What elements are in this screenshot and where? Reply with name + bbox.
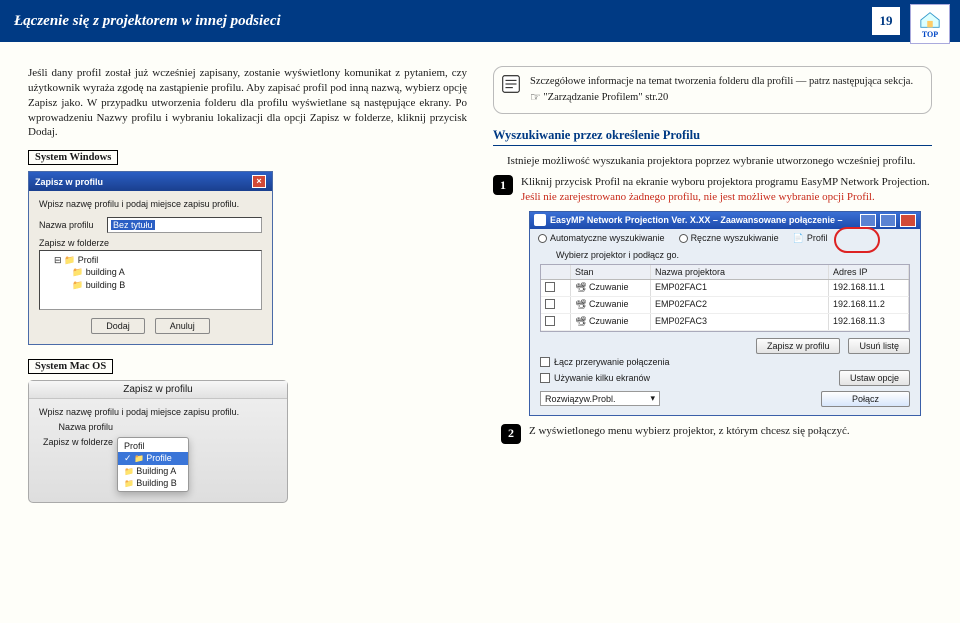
page-title: Łączenie się z projektorem w innej podsi… — [14, 13, 281, 30]
right-column: Szczegółowe informacje na temat tworzeni… — [493, 66, 932, 503]
step-number-2: 2 — [501, 424, 521, 444]
search-mode-tabs: Automatyczne wyszukiwanie Ręczne wyszuki… — [530, 229, 920, 248]
app-title-text: EasyMP Network Projection Ver. X.XX – Za… — [550, 215, 856, 225]
intro-paragraph: Jeśli dany profil został już wcześniej z… — [28, 66, 467, 140]
connect-button[interactable]: Połącz — [821, 391, 910, 407]
content-columns: Jeśli dany profil został już wcześniej z… — [0, 42, 960, 503]
col-name: Nazwa projektora — [651, 265, 829, 279]
app-bottom-controls: Zapisz w profilu Usuń listę Łącz przeryw… — [530, 332, 920, 415]
step2-text: Z wyświetlonego menu wybierz projektor, … — [529, 424, 850, 444]
mac-dialog: Zapisz w profilu Wpisz nazwę profilu i p… — [28, 380, 288, 503]
info-box: Szczegółowe informacje na temat tworzeni… — [493, 66, 932, 114]
label-mac: System Mac OS — [28, 359, 113, 374]
col-stan: Stan — [571, 265, 651, 279]
label-windows: System Windows — [28, 150, 118, 165]
note-icon — [500, 73, 522, 95]
clear-list-button[interactable]: Usuń listę — [848, 338, 910, 354]
table-row[interactable]: 📽 Czuwanie EMP02FAC1 192.168.11.1 — [541, 280, 909, 297]
step-1: 1 Kliknij przycisk Profil na ekranie wyb… — [493, 175, 932, 205]
tab-profile[interactable]: 📄Profil — [793, 233, 828, 244]
windows-dialog: Zapisz w profilu × Wpisz nazwę profilu i… — [28, 171, 273, 345]
close-icon[interactable]: × — [252, 175, 266, 188]
windows-dialog-title: Zapisz w profilu — [35, 177, 103, 187]
step1-text-a: Kliknij przycisk Profil na ekranie wybor… — [521, 176, 930, 188]
name-label: Nazwa profilu — [39, 220, 101, 230]
row-checkbox[interactable] — [545, 282, 555, 292]
troubleshoot-dropdown[interactable]: Rozwiązyw.Probl.▾ — [540, 391, 660, 406]
col-ip: Adres IP — [829, 265, 909, 279]
tab-auto[interactable]: Automatyczne wyszukiwanie — [538, 233, 665, 243]
info-text: Szczegółowe informacje na temat tworzeni… — [530, 76, 913, 87]
mac-dialog-title: Zapisz w profilu — [29, 381, 287, 399]
maximize-icon[interactable] — [880, 214, 896, 227]
step-number-1: 1 — [493, 175, 513, 195]
tab-manual[interactable]: Ręczne wyszukiwanie — [679, 233, 779, 243]
step1-text-b: Jeśli nie zarejestrowano żadnego profilu… — [521, 191, 875, 203]
mac-folder-label: Zapisz w folderze — [39, 437, 113, 447]
checkbox-multiscreen[interactable] — [540, 373, 550, 383]
close-icon[interactable] — [900, 214, 916, 227]
mac-name-label: Nazwa profilu — [39, 422, 113, 432]
add-button[interactable]: Dodaj — [91, 318, 145, 334]
info-link[interactable]: "Zarządzanie Profilem" str.20 — [543, 92, 668, 103]
app-window: EasyMP Network Projection Ver. X.XX – Za… — [529, 211, 921, 416]
page-number: 19 — [872, 7, 900, 35]
options-button[interactable]: Ustaw opcje — [839, 370, 910, 386]
highlight-circle — [834, 227, 880, 253]
folder-tree[interactable]: ⊟ 📁 Profil 📁 building A 📁 building B — [39, 250, 262, 310]
step-2: 2 Z wyświetlonego menu wybierz projektor… — [501, 424, 932, 444]
windows-dialog-body: Wpisz nazwę profilu i podaj miejsce zapi… — [29, 191, 272, 344]
profile-name-input[interactable]: Bez tytułu — [107, 217, 262, 233]
header-bar: Łączenie się z projektorem w innej podsi… — [0, 0, 960, 42]
checkbox-interrupt[interactable] — [540, 357, 550, 367]
projector-table: Stan Nazwa projektora Adres IP 📽 Czuwani… — [540, 264, 910, 332]
row-checkbox[interactable] — [545, 316, 555, 326]
row-checkbox[interactable] — [545, 299, 555, 309]
left-column: Jeśli dany profil został już wcześniej z… — [28, 66, 467, 503]
minimize-icon[interactable] — [860, 214, 876, 227]
windows-dialog-hint: Wpisz nazwę profilu i podaj miejsce zapi… — [39, 199, 262, 209]
table-row[interactable]: 📽 Czuwanie EMP02FAC3 192.168.11.3 — [541, 314, 909, 331]
logo-text: TOP — [922, 30, 938, 39]
top-logo: TOP — [910, 4, 950, 44]
app-icon — [534, 214, 546, 226]
chevron-down-icon: ▾ — [650, 393, 655, 404]
section-heading: Wyszukiwanie przez określenie Profilu — [493, 128, 932, 146]
pointer-icon: ☞ — [530, 90, 541, 104]
cancel-button[interactable]: Anuluj — [155, 318, 210, 334]
table-row[interactable]: 📽 Czuwanie EMP02FAC2 192.168.11.2 — [541, 297, 909, 314]
save-profile-button[interactable]: Zapisz w profilu — [756, 338, 841, 354]
windows-dialog-title-bar: Zapisz w profilu × — [29, 172, 272, 191]
mac-folder-dropdown[interactable]: Profil ✓ Profile Building A Building B — [117, 437, 189, 492]
folder-label: Zapisz w folderze — [39, 238, 262, 248]
section-intro: Istnieje możliwość wyszukania projektora… — [493, 154, 932, 169]
mac-hint: Wpisz nazwę profilu i podaj miejsce zapi… — [39, 407, 281, 417]
